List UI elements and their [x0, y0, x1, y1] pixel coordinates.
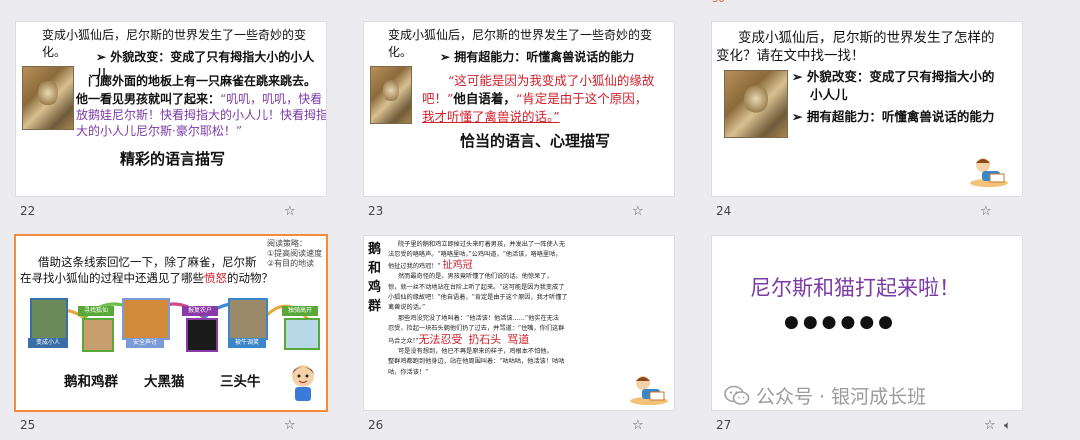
slide26-side-title-char: 群 [368, 299, 382, 314]
slide-thumbnail-22[interactable]: 变成小狐仙后，尼尔斯的世界发生了一些奇妙的变化。 ➢ 外貌改变：变成了只有拇指大… [16, 22, 326, 196]
star-icon[interactable]: ☆ [284, 419, 296, 432]
slide-number-25: 25 [20, 418, 36, 432]
slide22-illustration [22, 66, 74, 130]
star-icon[interactable]: ☆ [984, 419, 996, 432]
slide26-line: 小狐仙的缘故吧！”他自语着，“肯定是由于这个原因，我才听懂了 [388, 294, 568, 302]
slide-number-22: 22 [20, 204, 36, 218]
slide26-line: 可是没有想到，他已不再是原来的样子，鸡根本不怕他。 [398, 348, 553, 356]
slide24-b1a: ➢ 外貌改变：变成了只有拇指大小的 [792, 69, 995, 84]
star-icon[interactable]: ☆ [632, 419, 644, 432]
slide25-tag-6: 独骑高开 [282, 306, 318, 316]
slide25-tag-4: 报复农户 [182, 306, 218, 316]
star-icon[interactable]: ☆ [284, 205, 296, 218]
star-icon[interactable]: ☆ [632, 205, 644, 218]
slide25-q2: 在寻找小狐仙的过程中还遇见了哪些愤怒的动物？ [20, 270, 273, 286]
slide25-q2c: 的动物？ [227, 271, 273, 285]
slide-thumbnail-24[interactable]: 变成小狐仙后，尼尔斯的世界发生了怎样的 变化？请在文中找一找！ ➢ 外貌改变：变… [712, 22, 1022, 196]
slide25-card-5 [228, 298, 268, 340]
slide25-answer-2: 大黑猫 [144, 374, 185, 390]
slide25-timeline-arcs [32, 302, 316, 339]
slide25-q2a: 在寻找小狐仙的过程中还遇见了哪些 [20, 271, 204, 285]
speaker-icon[interactable]: 🔈︎ [1004, 419, 1011, 431]
slide25-card-4 [186, 318, 218, 352]
slide27-title: 尼尔斯和猫打起来啦！ [750, 276, 960, 300]
slide26-line: 禽兽说的话。” [388, 304, 426, 312]
slide22-p1: 门廊外面的地板上有一只麻雀在跳来跳去。 [88, 74, 317, 88]
watermark: 公众号 · 银河成长班 [724, 382, 926, 409]
slide26-side-title-char: 鹅 [368, 242, 382, 257]
slide23-q2a: 吧！” [422, 91, 454, 106]
slide24-illustration [724, 70, 788, 138]
slide-thumbnail-23[interactable]: 变成小狐仙后，尼尔斯的世界发生了一些奇妙的变化。 ➢ 拥有超能力：听懂禽兽说话的… [364, 22, 674, 196]
slide26-line-text: 他扯过我的鸡冠！” [388, 262, 441, 270]
slide26-line: 院子里的鹅和鸡立即掉过头来盯着男孩，并发出了一阵使人无 [398, 241, 566, 248]
slide25-tag-2: 寻找狐仙 [78, 306, 114, 316]
slide24-l1: 变成小狐仙后，尼尔斯的世界发生了怎样的 [738, 30, 995, 46]
watermark-text: 公众号 · 银河成长班 [756, 386, 927, 408]
top-page-mark: 30 [712, 0, 725, 5]
slide23-q2c: “肯定是由于这个原因， [515, 91, 648, 106]
slide25-answer-3: 三头牛 [220, 374, 261, 390]
slide25-card-6 [284, 318, 320, 350]
slide26-annotation: 骂道 [507, 332, 530, 346]
slide26-side-title-char: 和 [368, 261, 382, 276]
slide25-note3: ②有目的地读 [267, 259, 315, 268]
cartoon-boy-icon [292, 365, 314, 401]
slide24-l2: 变化？请在文中找一找！ [716, 48, 865, 64]
slide23-caption: 恰当的语言、心理描写 [460, 132, 611, 150]
slide27-dots: ●●●●●● [784, 312, 898, 332]
slide25-tag-1: 变成小人 [28, 338, 68, 348]
slide26-side-title: 鹅 和 鸡 群 [368, 240, 384, 316]
slide25-tag-3: 安全声讨 [126, 338, 164, 348]
slide-thumbnail-26[interactable]: 鹅 和 鸡 群 院子里的鹅和鸡立即掉过头来盯着男孩，并发出了一阵使人无 法忍受的… [364, 236, 674, 410]
slide26-annotation: 扯鸡冠 [442, 259, 473, 271]
slide26-line: 整群鸡都跑到他身边，站在他周围叫着：“咕咕咕，他活该！咕咕 [388, 358, 565, 366]
slide25-card-1 [30, 298, 68, 340]
slide25-card-2 [82, 318, 114, 352]
slide26-passage: 院子里的鹅和鸡立即掉过头来盯着男孩，并发出了一阵使人无 法忍受的咯咯声。“咯咯里… [388, 240, 668, 378]
slide24-b1b: 小人儿 [810, 87, 848, 102]
slide26-line: 他扯过我的鸡冠！” 扯鸡冠 [388, 259, 668, 272]
slide25-q2b: 愤怒 [204, 271, 227, 285]
slide22-p2: 他一看见男孩就叫了起来：“叽叽，叽叽，快看 [76, 90, 322, 107]
slide-number-24: 24 [716, 204, 732, 218]
star-icon[interactable]: ☆ [980, 205, 992, 218]
slide-thumbnail-25[interactable]: 阅读策略： ①提高阅读速度 ②有目的地读 借助这条线索回忆一下，除了麻雀，尼尔斯… [16, 236, 326, 410]
slide26-line: 然而最奇怪的是，男孩竟听懂了他们说的话。他惊呆了， [398, 273, 553, 281]
slide22-p4: 大的小人儿尼尔斯·豪尔耶松！” [76, 124, 242, 138]
slide26-side-title-char: 鸡 [368, 280, 382, 295]
slide26-annotation: 无法忍受 [418, 332, 463, 346]
slide22-p2b: “叽叽，叽叽，快看 [220, 92, 323, 106]
slide26-line: 法忍受的咯咯声。“咯咯里咕，”公鸡叫道，“他活该，咯咯里咕， [388, 251, 562, 259]
reading-boy-icon [630, 376, 668, 405]
slide25-q1: 借助这条线索回忆一下，除了麻雀，尼尔斯 [38, 255, 257, 269]
slide23-q1: “这可能是因为我变成了小狐仙的缘故 [448, 73, 655, 88]
slide22-caption: 精彩的语言描写 [120, 150, 226, 168]
wechat-icon [724, 385, 750, 405]
slide25-tag-5: 被牛调笑 [228, 338, 266, 348]
slide23-bullet: ➢ 拥有超能力：听懂禽兽说话的能力 [440, 50, 635, 64]
slide23-q3: 我才听懂了禽兽说的话。” [422, 109, 560, 124]
slide26-line: 咕，你活该！” [388, 368, 429, 376]
slide26-line: 惊，就一丝不动地站在台阶上听了起来。“这可能是因为我变成了 [388, 283, 565, 291]
slide22-p2a: 他一看见男孩就叫了起来： [76, 92, 221, 106]
slide26-line: 那些鸡没完没了地叫着：“他活该！他活该……”他实在无法 [398, 314, 560, 322]
slide22-p3: 放鹅娃尼尔斯！快看拇指大的小人儿！快看拇指 [76, 108, 326, 122]
slide-number-23: 23 [368, 204, 384, 218]
slide-number-26: 26 [368, 418, 384, 432]
slide25-card-3 [122, 298, 170, 340]
reading-boy-icon [970, 158, 1008, 187]
slide23-q2b: 他自语着， [453, 91, 516, 106]
slide25-answer-1: 鹅和鸡群 [64, 374, 118, 390]
slide26-line-text: 乌合之众!” [388, 337, 419, 345]
slide-number-27: 27 [716, 418, 732, 432]
slide24-b2: ➢ 拥有超能力：听懂禽兽说话的能力 [792, 109, 995, 124]
slide23-q2: 吧！”他自语着，“肯定是由于这个原因， [422, 88, 647, 107]
slide23-illustration [370, 66, 412, 124]
slide26-annotation: 扔石头 [468, 332, 502, 346]
slide26-line: 乌合之众!”无法忍受 扔石头 骂道 [388, 332, 668, 347]
